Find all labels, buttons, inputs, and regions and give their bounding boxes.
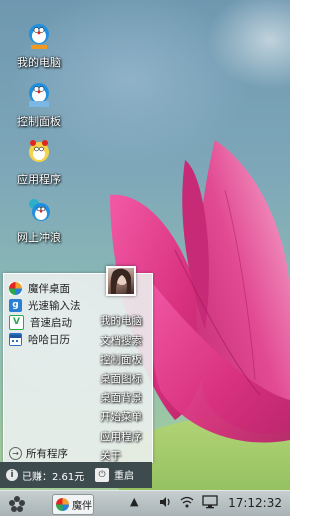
taskbar-item-mobian[interactable]: 魔伴 <box>52 494 94 515</box>
calendar-icon <box>9 332 22 346</box>
dorami-icon <box>26 139 52 167</box>
all-programs-button[interactable]: → 所有程序 <box>9 446 68 461</box>
volume-icon[interactable] <box>158 495 172 512</box>
menu-item-mobian-desktop[interactable]: 魔伴桌面 <box>9 279 70 297</box>
desktop-icon-label: 网上冲浪 <box>17 231 61 244</box>
desktop-icon-label: 应用程序 <box>17 173 61 186</box>
arrow-up-icon[interactable]: ▲ <box>130 495 138 508</box>
menu-item-label: 光速输入法 <box>28 299 81 312</box>
link-document-search[interactable]: 文档搜索 <box>100 333 142 348</box>
taskbar: 魔伴 ▲ 17:12:32 <box>0 490 290 516</box>
doraemon-propeller-icon <box>26 197 52 225</box>
v-launch-icon: V <box>9 314 24 330</box>
link-about[interactable]: 关于 <box>100 448 121 463</box>
all-programs-label: 所有程序 <box>26 448 68 460</box>
user-avatar[interactable] <box>106 266 136 296</box>
restart-label: 重启 <box>114 471 134 482</box>
desktop-icon-label: 控制面板 <box>17 115 61 128</box>
flower-start-icon <box>9 496 25 512</box>
restart-button[interactable]: ⏻ 重启 <box>95 466 134 483</box>
pinwheel-icon <box>56 498 69 511</box>
arrow-right-icon: → <box>9 447 22 460</box>
menu-item-input-method[interactable]: g 光速输入法 <box>9 296 81 314</box>
link-desktop-icons[interactable]: 桌面图标 <box>100 371 142 386</box>
clock: 17:12:32 <box>228 496 282 510</box>
desktop-icon-applications[interactable]: 应用程序 <box>4 139 74 187</box>
link-start-menu[interactable]: 开始菜单 <box>100 409 142 424</box>
wifi-icon[interactable] <box>180 495 194 512</box>
power-icon: ⏻ <box>95 467 109 482</box>
doraemon-icon <box>26 22 52 50</box>
link-my-computer[interactable]: 我的电脑 <box>100 313 142 328</box>
earnings-text: 已赚：2.61元 <box>22 471 85 483</box>
g-keyboard-icon: g <box>9 298 22 312</box>
menu-item-calendar[interactable]: 哈哈日历 <box>9 330 70 348</box>
desktop-icon-control-panel[interactable]: 控制面板 <box>4 81 74 129</box>
link-control-panel[interactable]: 控制面板 <box>100 352 142 367</box>
start-button[interactable] <box>6 494 28 514</box>
desktop-icon-label: 我的电脑 <box>17 56 61 69</box>
monitor-icon[interactable] <box>202 495 218 512</box>
menu-item-label: 哈哈日历 <box>28 333 70 346</box>
desktop-icon-internet[interactable]: 网上冲浪 <box>4 197 74 245</box>
menu-item-label: 音速启动 <box>30 316 72 329</box>
link-applications[interactable]: 应用程序 <box>100 429 142 444</box>
info-icon: i <box>6 469 18 481</box>
doraemon-icon <box>26 81 52 109</box>
taskbar-item-label: 魔伴 <box>72 501 92 512</box>
link-desktop-background[interactable]: 桌面背景 <box>100 390 142 405</box>
menu-item-quick-launch[interactable]: V 音速启动 <box>9 313 72 331</box>
pinwheel-icon <box>9 281 22 295</box>
desktop: 我的电脑 控制面板 应用程序 网上冲浪 魔伴桌面 g 光速输入法 V 音速启动 … <box>0 0 290 490</box>
desktop-icon-my-computer[interactable]: 我的电脑 <box>4 22 74 70</box>
start-menu-status-bar: i 已赚：2.61元 ⏻ 重启 <box>0 462 152 488</box>
menu-item-label: 魔伴桌面 <box>28 282 70 295</box>
